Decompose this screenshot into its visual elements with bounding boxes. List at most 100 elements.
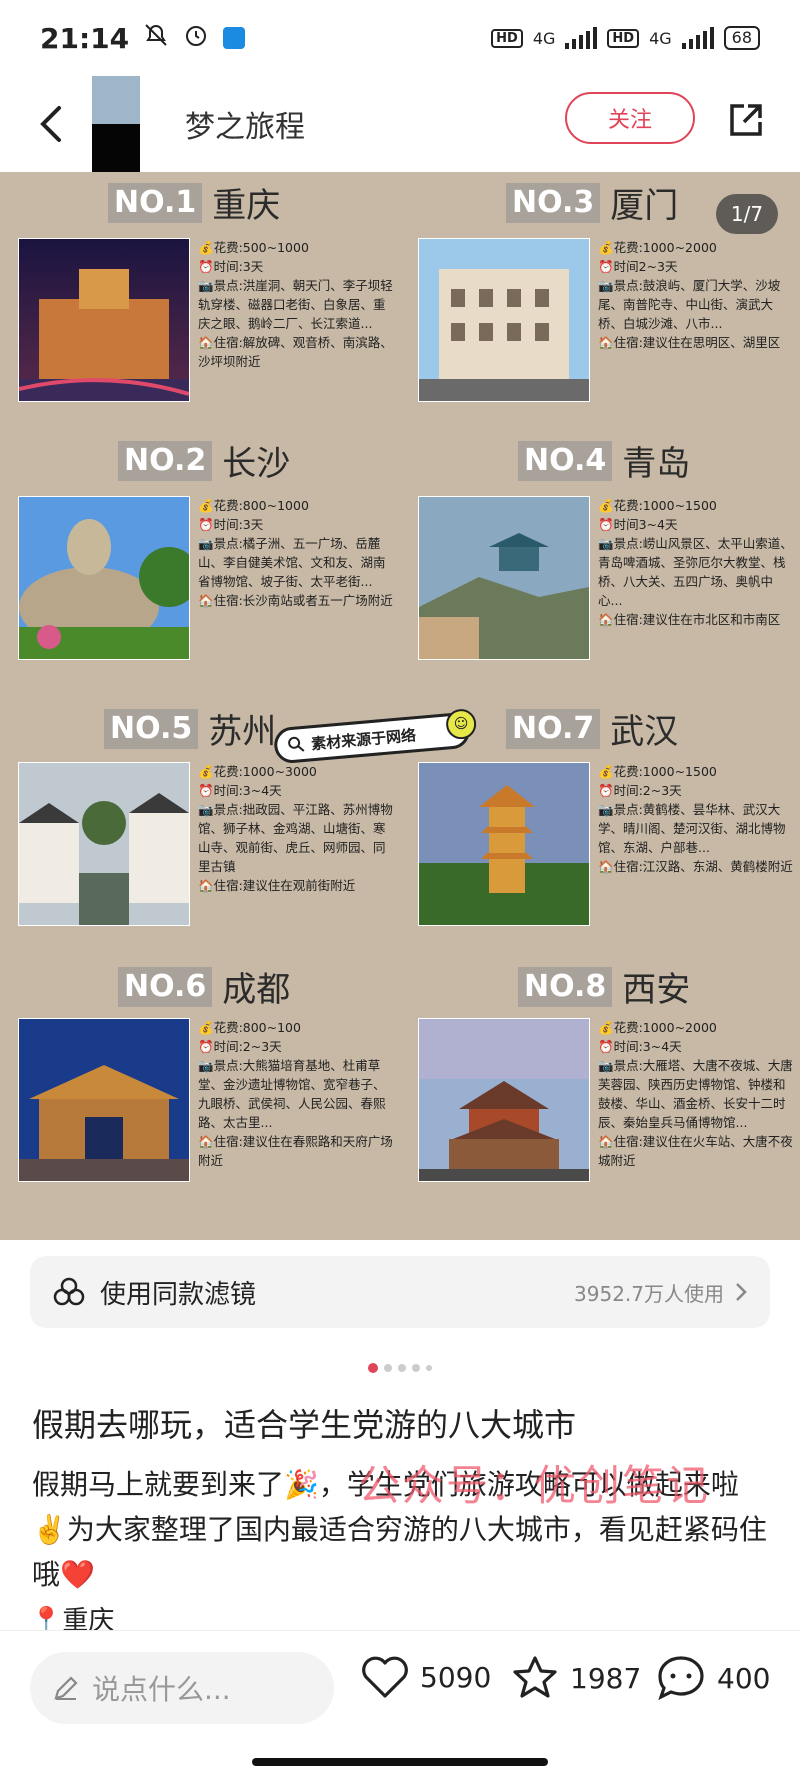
city-rank: NO.2 — [118, 440, 213, 481]
city-rank: NO.5 — [104, 708, 199, 749]
like-button[interactable]: 5090 — [360, 1654, 491, 1700]
author-name[interactable]: 梦之旅程 — [185, 102, 305, 146]
city-card: NO.4 青岛 💰花费:1000~1500 ⏰时间3~4天 📷景点:崂山风景区、… — [400, 430, 800, 680]
follow-button[interactable]: 关注 — [565, 92, 695, 144]
city-lodging: 🏠住宿:建议住在春熙路和天府广场附近 — [198, 1134, 393, 1168]
city-name: 苏州 — [208, 712, 277, 752]
city-duration: ⏰时间:2~3天 — [198, 1039, 282, 1054]
status-bar: 21:14 HD 4G HD 4G 68 — [0, 0, 800, 76]
city-rank: NO.8 — [518, 966, 613, 1007]
comment-placeholder: 说点什么... — [92, 1673, 231, 1706]
hd-badge: HD — [491, 28, 523, 48]
city-sights: 📷景点:橘子洲、五一广场、岳麓山、李自健美术馆、文和友、湖南省博物馆、坡子街、太… — [198, 536, 386, 589]
city-photo — [418, 762, 590, 926]
comment-icon — [658, 1656, 704, 1701]
source-tag-label: 素材来源于网络 — [310, 725, 417, 753]
share-icon — [730, 104, 762, 136]
city-cost: 💰花费:800~1000 — [198, 498, 309, 513]
like-count: 5090 — [420, 1660, 492, 1694]
back-button[interactable] — [22, 94, 82, 154]
city-cost: 💰花费:1000~3000 — [198, 764, 317, 779]
city-cost: 💰花费:1000~1500 — [598, 498, 717, 513]
city-duration: ⏰时间:3~4天 — [198, 783, 282, 798]
carousel-dot — [368, 1363, 378, 1373]
divider — [0, 1630, 800, 1631]
city-photo — [18, 496, 199, 660]
comment-count: 400 — [717, 1661, 771, 1695]
watermark-text: 公众号：优创笔记 — [358, 1461, 711, 1510]
city-photo — [18, 762, 190, 926]
carousel-dot — [426, 1365, 432, 1371]
city-cost: 💰花费:800~100 — [198, 1020, 301, 1035]
city-sights: 📷景点:大熊猫培育基地、杜甫草堂、金沙遗址博物馆、宽窄巷子、九眼桥、武侯祠、人民… — [198, 1058, 386, 1130]
city-rank: NO.4 — [518, 440, 613, 481]
city-name: 西安 — [622, 970, 691, 1010]
city-lodging: 🏠住宿:建议住在观前街附近 — [198, 878, 356, 893]
signal-icon — [681, 27, 714, 49]
carousel-dot — [412, 1364, 420, 1372]
city-cost: 💰花费:1000~1500 — [598, 764, 717, 779]
notification-app-icon — [223, 27, 246, 49]
city-cost: 💰花费:1000~2000 — [598, 1020, 717, 1035]
city-cost: 💰花费:500~1000 — [198, 240, 309, 255]
city-rank: NO.7 — [506, 708, 601, 749]
city-lodging: 🏠住宿:建议住在市北区和市南区 — [598, 612, 781, 627]
city-lodging: 🏠住宿:江汉路、东湖、黄鹤楼附近 — [598, 859, 793, 874]
city-sights: 📷景点:崂山风景区、太平山索道、青岛啤酒城、圣弥厄尔大教堂、栈桥、八大关、五四广… — [598, 536, 793, 608]
city-photo — [18, 238, 190, 402]
city-photo — [418, 238, 590, 402]
back-arrow-icon — [40, 106, 61, 142]
bottom-action-bar: 说点什么... 5090 1987 400 — [0, 1640, 800, 1736]
filter-icon — [53, 1277, 85, 1306]
carousel-dot — [398, 1364, 406, 1372]
city-name: 厦门 — [610, 186, 679, 226]
signal-icon — [565, 27, 598, 49]
city-card: NO.6 成都 💰花费:800~100 ⏰时间:2~3天 📷景点:大熊猫培育基地… — [0, 962, 400, 1212]
city-name: 长沙 — [222, 444, 291, 484]
pencil-icon — [54, 1676, 78, 1700]
alarm-icon — [183, 22, 209, 55]
avatar[interactable] — [92, 76, 140, 172]
network-label: 4G — [532, 28, 556, 48]
city-name: 重庆 — [212, 186, 281, 226]
carousel-dot — [384, 1364, 392, 1372]
city-lodging: 🏠住宿:建议住在火车站、大唐不夜城附近 — [598, 1134, 793, 1168]
network-label: 4G — [649, 28, 672, 48]
favorite-count: 1987 — [570, 1661, 642, 1695]
filter-label: 使用同款滤镜 — [100, 1279, 257, 1310]
city-duration: ⏰时间:3天 — [198, 259, 264, 274]
city-card: NO.2 长沙 💰花费:800~1000 ⏰时间:3天 📷景点:橘子洲、五一广场… — [0, 430, 400, 680]
home-indicator[interactable] — [252, 1758, 548, 1766]
post-title: 假期去哪玩，适合学生党游的八大城市 — [32, 1406, 577, 1444]
share-button[interactable] — [718, 92, 774, 148]
hd-badge: HD — [607, 28, 640, 48]
carousel-dots — [0, 1363, 800, 1373]
filter-bar[interactable]: 使用同款滤镜 3952.7万人使用 — [30, 1256, 770, 1328]
city-lodging: 🏠住宿:解放碑、观音桥、南滨路、沙坪坝附近 — [198, 335, 393, 369]
city-duration: ⏰时间2~3天 — [598, 259, 678, 274]
city-card: NO.3 厦门 💰花费:1000~2000 ⏰时间2~3天 📷景点:鼓浪屿、厦门… — [400, 172, 800, 422]
comment-button[interactable]: 400 — [655, 1654, 770, 1702]
star-icon — [513, 1656, 557, 1698]
city-sights: 📷景点:鼓浪屿、厦门大学、沙坡尾、南普陀寺、中山街、演武大桥、白城沙滩、八市..… — [598, 278, 781, 331]
city-sights: 📷景点:洪崖洞、朝天门、李子坝轻轨穿楼、磁器口老街、白象居、重庆之眼、鹅岭二厂、… — [198, 278, 393, 331]
comment-input[interactable]: 说点什么... — [30, 1652, 334, 1724]
battery-indicator: 68 — [723, 26, 760, 50]
city-name: 武汉 — [610, 712, 679, 752]
filter-usage-count: 3952.7万人使用 — [574, 1281, 724, 1306]
city-sights: 📷景点:拙政园、平江路、苏州博物馆、狮子林、金鸡湖、山塘街、寒山寺、观前街、虎丘… — [198, 802, 393, 874]
city-name: 成都 — [222, 970, 291, 1010]
city-lodging: 🏠住宿:建议住在思明区、湖里区 — [598, 335, 781, 350]
city-duration: ⏰时间:3天 — [198, 517, 264, 532]
city-rank: NO.3 — [506, 182, 601, 223]
favorite-button[interactable]: 1987 — [510, 1654, 641, 1702]
post-image-carousel[interactable]: 1/7 NO.1 重庆 💰花费:500~1000 ⏰时间:3天 📷景点:洪崖洞、… — [0, 172, 800, 1240]
city-photo — [418, 1018, 590, 1182]
location-tag[interactable]: 📍重庆 — [30, 1600, 114, 1630]
status-time: 21:14 — [40, 21, 130, 55]
mute-icon — [143, 22, 169, 55]
chevron-right-icon — [736, 1283, 747, 1301]
city-name: 青岛 — [622, 444, 691, 484]
city-duration: ⏰时间:3~4天 — [598, 1039, 682, 1054]
city-lodging: 🏠住宿:长沙南站或者五一广场附近 — [198, 593, 393, 608]
